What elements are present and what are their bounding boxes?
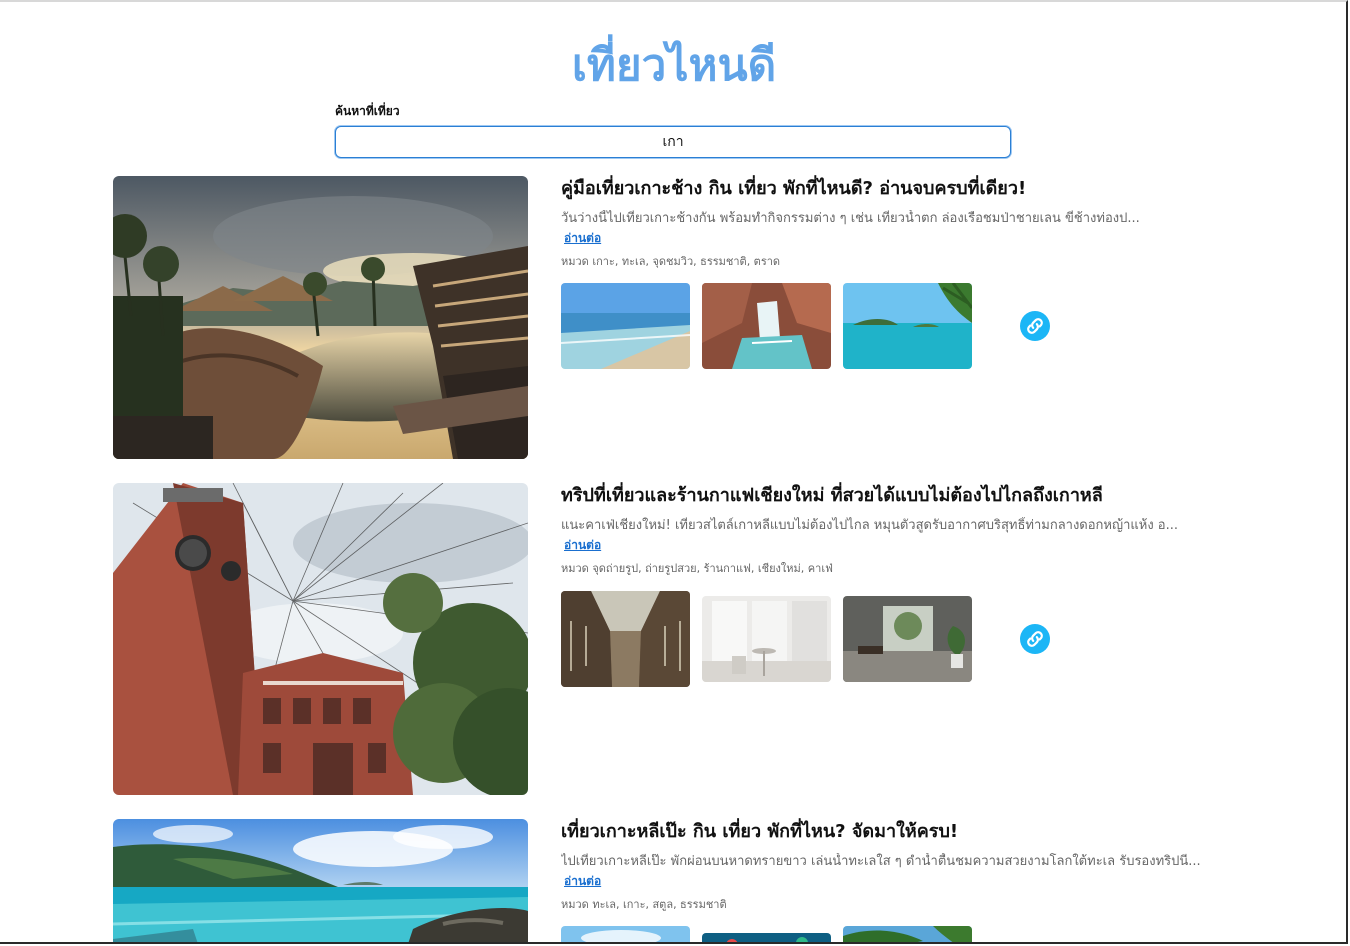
thumbnail-arcade-hall[interactable] <box>561 591 690 687</box>
card-tags: หมวด เกาะ, ทะเล, จุดชมวิว, ธรรมชาติ, ตรา… <box>561 255 781 268</box>
read-more-link[interactable]: อ่านต่อ <box>564 537 601 553</box>
link-icon <box>1027 318 1043 334</box>
card-description: แนะคาเฟ่เชียงใหม่! เที่ยวสไตล์เกาหลีแบบไ… <box>561 518 1179 533</box>
external-link-button[interactable] <box>1020 311 1050 341</box>
thumbnail-plant-interior[interactable] <box>843 596 972 682</box>
thumbnail-sky-beach[interactable] <box>561 926 690 942</box>
trip-card: คู่มือเที่ยวเกาะช้าง กิน เที่ยว พักที่ไห… <box>113 176 1233 459</box>
trip-card: ทริปที่เที่ยวและร้านกาแฟเชียงใหม่ ที่สวย… <box>113 483 1233 795</box>
thumbnail-palm-beach[interactable] <box>843 926 972 942</box>
card-hero-image[interactable] <box>113 483 528 795</box>
browser-viewport: เที่ยวไหนดี ค้นหาที่เที่ยว เกา คู่มือเที… <box>0 0 1348 944</box>
thumbnail-waterfall[interactable] <box>702 283 831 369</box>
card-hero-image[interactable] <box>113 176 528 459</box>
search-input[interactable] <box>335 126 1011 158</box>
card-tags: หมวด ทะเล, เกาะ, สตูล, ธรรมชาติ <box>561 898 727 911</box>
read-more-link[interactable]: อ่านต่อ <box>564 230 601 246</box>
search-label: ค้นหาที่เที่ยว <box>335 104 400 118</box>
thumbnail-white-cafe[interactable] <box>702 596 831 682</box>
thumbnail-island-sea[interactable] <box>843 283 972 369</box>
card-description: ไปเที่ยวเกาะหลีเป๊ะ พักผ่อนบนหาดทรายขาว … <box>561 854 1201 869</box>
card-title[interactable]: คู่มือเที่ยวเกาะช้าง กิน เที่ยว พักที่ไห… <box>561 176 1026 202</box>
card-hero-image[interactable] <box>113 819 528 942</box>
card-title[interactable]: เที่ยวเกาะหลีเป๊ะ กิน เที่ยว พักที่ไหน? … <box>561 819 958 845</box>
thumbnail-beach[interactable] <box>561 283 690 369</box>
link-icon <box>1027 631 1043 647</box>
trip-card: เที่ยวเกาะหลีเป๊ะ กิน เที่ยว พักที่ไหน? … <box>113 819 1233 942</box>
page-title: เที่ยวไหนดี <box>571 40 777 91</box>
external-link-button[interactable] <box>1020 624 1050 654</box>
read-more-link[interactable]: อ่านต่อ <box>564 873 601 889</box>
thumbnail-coral[interactable] <box>702 933 831 942</box>
card-description: วันว่างนี้ไปเที่ยวเกาะช้างกัน พร้อมทำกิจ… <box>561 211 1140 226</box>
card-tags: หมวด จุดถ่ายรูป, ถ่ายรูปสวย, ร้านกาแฟ, เ… <box>561 562 833 575</box>
card-title[interactable]: ทริปที่เที่ยวและร้านกาแฟเชียงใหม่ ที่สวย… <box>561 483 1103 509</box>
